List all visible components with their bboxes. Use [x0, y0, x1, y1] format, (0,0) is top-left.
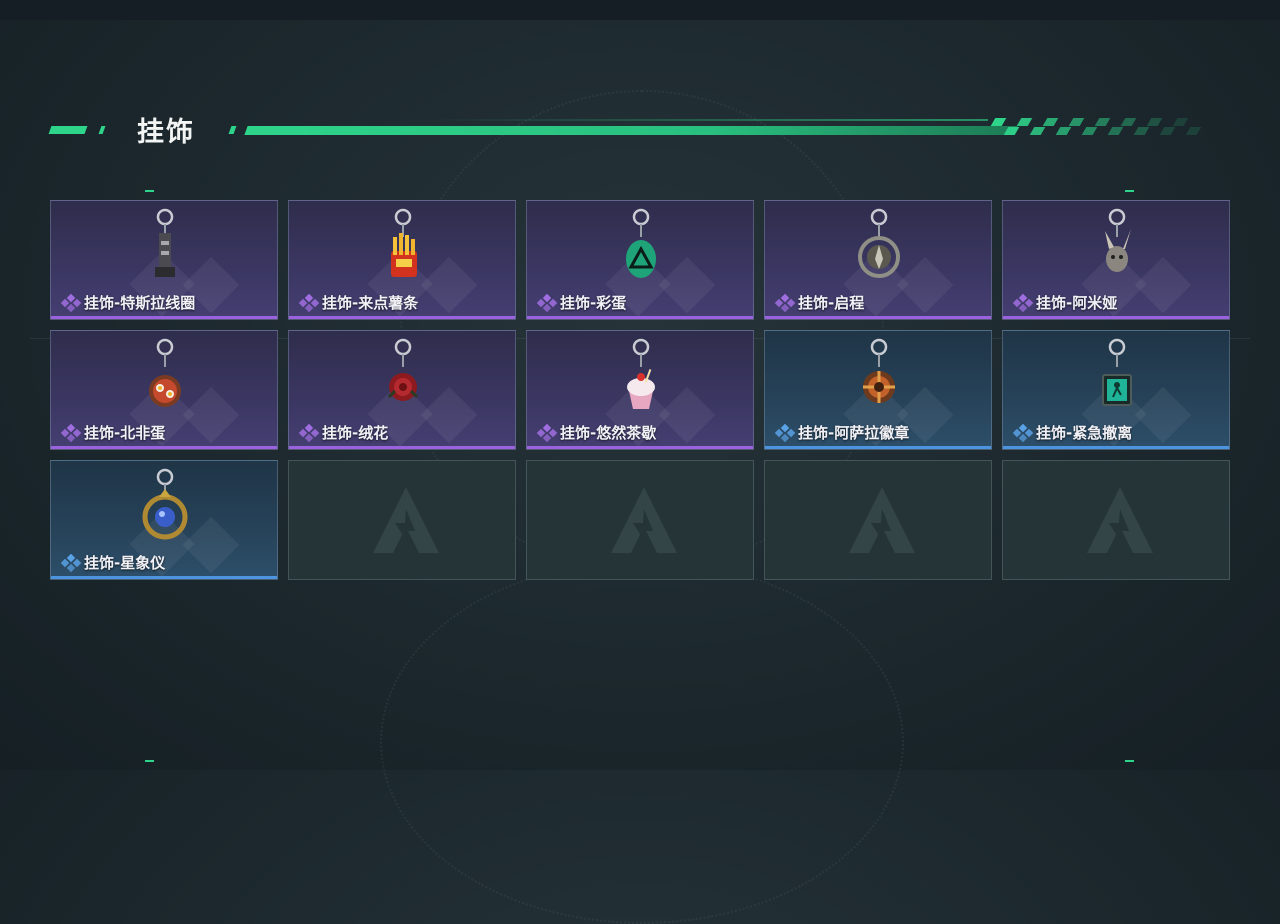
header-thin-line [428, 119, 988, 121]
charm-label: 挂饰-来点薯条 [298, 292, 419, 313]
section-header: 挂饰 [48, 108, 1208, 148]
charm-name: 挂饰-阿米娅 [1036, 294, 1118, 312]
header-check [1133, 127, 1150, 135]
corner-tick [145, 760, 154, 762]
charm-card[interactable]: 挂饰-紧急撤离 [1002, 330, 1230, 450]
charm-name: 挂饰-星象仪 [84, 554, 166, 572]
charm-name: 挂饰-特斯拉线圈 [84, 294, 196, 312]
purple-rarity-icon [1012, 293, 1034, 312]
header-check [1146, 118, 1163, 126]
charm-label: 挂饰-彩蛋 [536, 292, 627, 313]
charm-card[interactable]: 挂饰-阿米娅 [1002, 200, 1230, 320]
compass-medallion-charm-icon [858, 208, 900, 278]
top-bar [0, 0, 1280, 20]
charm-name: 挂饰-紧急撤离 [1036, 424, 1133, 442]
header-check [1120, 118, 1137, 126]
header-accent [98, 126, 106, 134]
charm-card[interactable]: 挂饰-阿萨拉徽章 [764, 330, 992, 450]
empty-slot [288, 460, 516, 580]
header-check [1029, 127, 1046, 135]
shakshuka-charm-icon [149, 338, 181, 407]
purple-rarity-icon [60, 293, 82, 312]
header-check [1185, 127, 1202, 135]
background-ring-decor [380, 560, 904, 924]
header-check [1107, 127, 1124, 135]
charm-name: 挂饰-阿萨拉徽章 [798, 424, 910, 442]
tesla-coil-charm-icon [155, 208, 175, 277]
charm-card[interactable]: 挂饰-特斯拉线圈 [50, 200, 278, 320]
header-check [990, 118, 1007, 126]
header-check [1055, 127, 1072, 135]
french-fries-charm-icon [391, 208, 417, 277]
header-check [1068, 118, 1085, 126]
game-logo-icon [1087, 487, 1153, 553]
asala-badge-charm-icon [863, 338, 895, 403]
charm-card[interactable]: 挂饰-绒花 [288, 330, 516, 450]
charm-name: 挂饰-悠然茶歇 [560, 424, 657, 442]
charm-card[interactable]: 挂饰-来点薯条 [288, 200, 516, 320]
charm-card[interactable]: 挂饰-启程 [764, 200, 992, 320]
game-logo-icon [373, 487, 439, 553]
corner-tick [1125, 760, 1134, 762]
charm-card[interactable]: 挂饰-星象仪 [50, 460, 278, 580]
header-check [1042, 118, 1059, 126]
header-check [1003, 127, 1020, 135]
charm-label: 挂饰-紧急撤离 [1012, 422, 1133, 443]
charm-name: 挂饰-北非蛋 [84, 424, 166, 442]
charm-label: 挂饰-阿米娅 [1012, 292, 1118, 313]
purple-rarity-icon [774, 293, 796, 312]
charm-label: 挂饰-特斯拉线圈 [60, 292, 196, 313]
empty-slot [526, 460, 754, 580]
charm-label: 挂饰-悠然茶歇 [536, 422, 657, 443]
header-check [1172, 118, 1189, 126]
charm-name: 挂饰-启程 [798, 294, 865, 312]
charm-label: 挂饰-阿萨拉徽章 [774, 422, 910, 443]
section-title: 挂饰 [137, 117, 195, 148]
blue-rarity-icon [1012, 423, 1034, 442]
game-logo-icon [849, 487, 915, 553]
velvet-flower-charm-icon [387, 338, 419, 401]
header-accent [48, 126, 88, 134]
charm-card[interactable]: 挂饰-悠然茶歇 [526, 330, 754, 450]
blue-rarity-icon [60, 553, 82, 572]
charm-label: 挂饰-北非蛋 [60, 422, 166, 443]
header-accent [228, 126, 237, 134]
blue-rarity-icon [774, 423, 796, 442]
charm-name: 挂饰-绒花 [322, 424, 389, 442]
emergency-exit-charm-icon [1102, 338, 1132, 406]
header-check [1159, 127, 1176, 135]
purple-rarity-icon [536, 423, 558, 442]
bunny-charm-icon [1105, 208, 1131, 272]
charm-card[interactable]: 挂饰-彩蛋 [526, 200, 754, 320]
corner-tick [1125, 190, 1134, 192]
empty-slot [1002, 460, 1230, 580]
easter-egg-charm-icon [626, 208, 656, 278]
charm-label: 挂饰-绒花 [298, 422, 389, 443]
purple-rarity-icon [298, 293, 320, 312]
cupcake-charm-icon [627, 338, 655, 409]
charm-name: 挂饰-彩蛋 [560, 294, 627, 312]
purple-rarity-icon [60, 423, 82, 442]
header-checker-pattern [990, 118, 1208, 136]
header-check [1016, 118, 1033, 126]
astrolabe-charm-icon [142, 468, 188, 540]
charm-grid: 挂饰-特斯拉线圈 挂饰-来点薯条 挂饰-彩蛋 挂饰-启程 挂饰-阿米娅 挂饰-北非蛋 挂饰-… [50, 200, 1230, 580]
game-logo-icon [611, 487, 677, 553]
header-check [1081, 127, 1098, 135]
empty-slot [764, 460, 992, 580]
charm-card[interactable]: 挂饰-北非蛋 [50, 330, 278, 450]
header-check [1094, 118, 1111, 126]
purple-rarity-icon [536, 293, 558, 312]
corner-tick [145, 190, 154, 192]
charm-label: 挂饰-星象仪 [60, 552, 166, 573]
charm-label: 挂饰-启程 [774, 292, 865, 313]
header-bar [244, 126, 1018, 135]
charm-name: 挂饰-来点薯条 [322, 294, 419, 312]
purple-rarity-icon [298, 423, 320, 442]
